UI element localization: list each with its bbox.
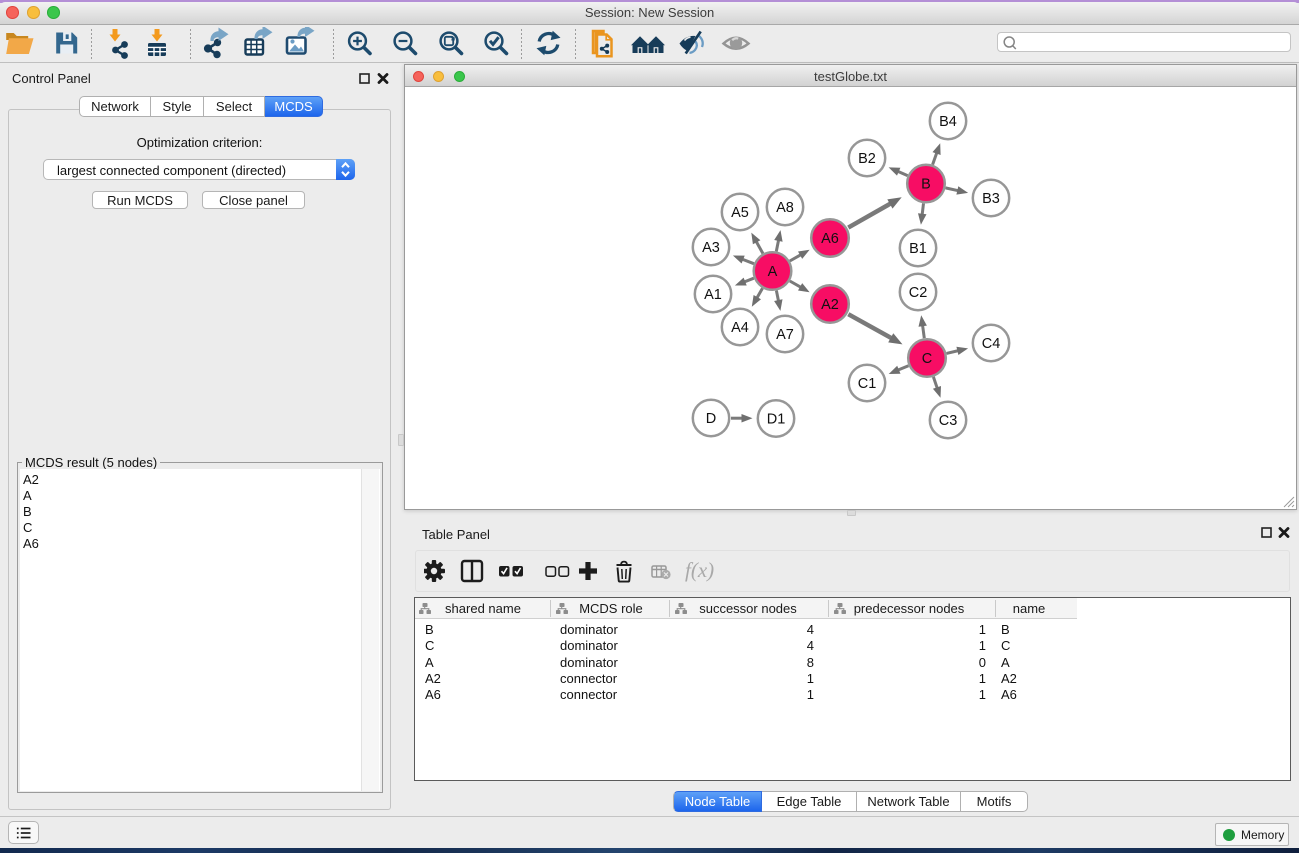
svg-text:A2: A2 — [821, 297, 839, 313]
svg-text:D1: D1 — [767, 412, 786, 428]
svg-text:B4: B4 — [939, 114, 957, 130]
svg-text:A1: A1 — [704, 287, 722, 303]
svg-text:A3: A3 — [702, 240, 720, 256]
svg-text:C4: C4 — [982, 336, 1001, 352]
svg-text:C2: C2 — [909, 285, 928, 301]
svg-text:A4: A4 — [731, 320, 749, 336]
svg-text:A6: A6 — [821, 231, 839, 247]
svg-text:B1: B1 — [909, 241, 927, 257]
svg-text:A7: A7 — [776, 327, 794, 343]
svg-text:B2: B2 — [858, 151, 876, 167]
svg-text:C3: C3 — [939, 413, 958, 429]
svg-text:C: C — [922, 351, 932, 367]
svg-text:C1: C1 — [858, 376, 877, 392]
svg-text:A8: A8 — [776, 200, 794, 216]
svg-text:D: D — [706, 411, 716, 427]
svg-text:B: B — [921, 177, 931, 193]
svg-text:A: A — [768, 264, 778, 280]
svg-text:B3: B3 — [982, 191, 1000, 207]
svg-text:A5: A5 — [731, 205, 749, 221]
